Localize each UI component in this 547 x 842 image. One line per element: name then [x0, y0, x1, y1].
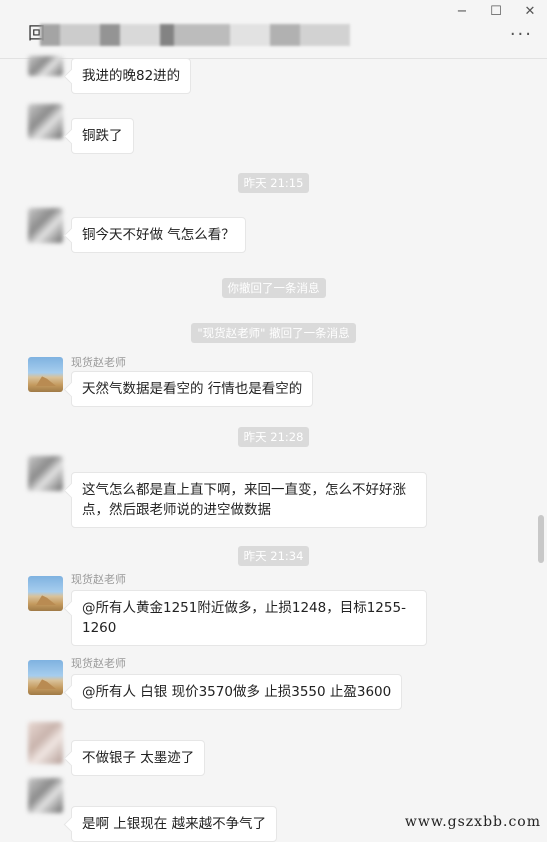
timestamp-label: 昨天 21:15 — [237, 173, 310, 193]
message-bubble: 不做银子 太墨迹了 — [71, 740, 206, 776]
avatar[interactable] — [28, 357, 63, 392]
sender-name: 现货赵老师 — [71, 573, 126, 586]
message-bubble: 天然气数据是看空的 行情也是看空的 — [71, 371, 314, 407]
chat-history: 我进的晚82进的 铜跌了 昨天 21:15 铜今天不好做 气怎么看？ 你撤回了一… — [0, 0, 547, 842]
message-bubble: 铜跌了 — [71, 118, 134, 154]
scrollbar[interactable] — [538, 515, 544, 563]
avatar[interactable] — [28, 456, 63, 491]
system-notice-label: "现货赵老师" 撤回了一条消息 — [191, 323, 356, 343]
message-bubble: @所有人 白银 现价3570做多 止损3550 止盈3600 — [71, 674, 403, 710]
sender-name: 现货赵老师 — [71, 657, 126, 670]
avatar[interactable] — [28, 208, 63, 243]
message-bubble: @所有人黄金1251附近做多，止损1248，目标1255-1260 — [71, 590, 427, 646]
message-bubble: 我进的晚82进的 — [71, 58, 192, 94]
avatar[interactable] — [28, 778, 63, 813]
watermark: www.gszxbb.com — [404, 814, 541, 830]
message-bubble: 是啊 上银现在 越来越不争气了 — [71, 806, 278, 842]
system-notice-label: 你撤回了一条消息 — [221, 278, 326, 298]
timestamp: 昨天 21:15 — [0, 172, 547, 193]
timestamp: 昨天 21:34 — [0, 545, 547, 566]
avatar[interactable] — [28, 56, 63, 76]
system-notice: "现货赵老师" 撤回了一条消息 — [0, 322, 547, 343]
timestamp-label: 昨天 21:34 — [237, 546, 310, 566]
avatar[interactable] — [28, 576, 63, 611]
avatar[interactable] — [28, 722, 63, 764]
message-bubble: 这气怎么都是直上直下啊，来回一直变，怎么不好好涨点，然后跟老师说的进空做数据 — [71, 472, 427, 528]
timestamp: 昨天 21:28 — [0, 426, 547, 447]
avatar[interactable] — [28, 660, 63, 695]
timestamp-label: 昨天 21:28 — [237, 427, 310, 447]
message-bubble: 铜今天不好做 气怎么看？ — [71, 217, 246, 253]
system-notice: 你撤回了一条消息 — [0, 277, 547, 298]
sender-name: 现货赵老师 — [71, 356, 126, 369]
avatar[interactable] — [28, 104, 63, 139]
